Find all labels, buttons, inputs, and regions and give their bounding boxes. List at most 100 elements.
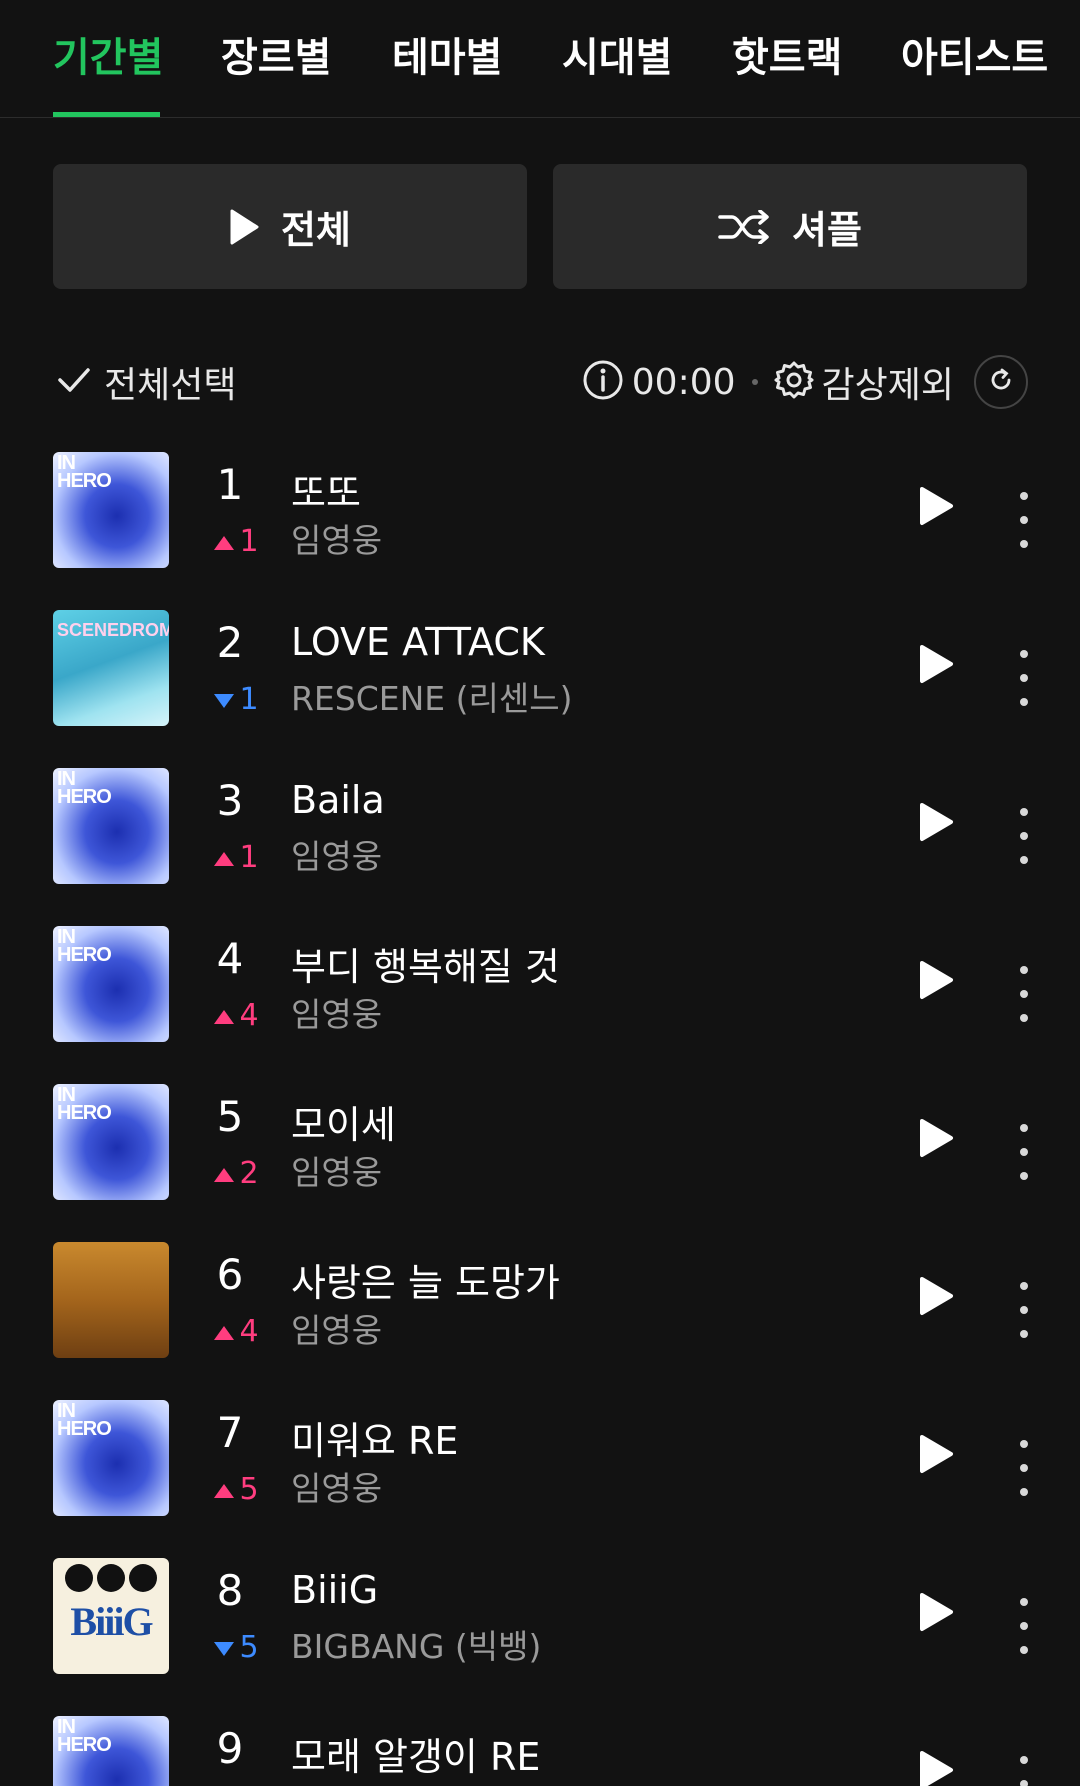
- more-options-button[interactable]: [1010, 808, 1038, 864]
- track-row[interactable]: IN HERO 4 4 부디 행복해질 것 임영웅: [0, 926, 1080, 1044]
- album-cover[interactable]: IN HERO: [53, 1716, 169, 1786]
- more-dot: [1020, 1756, 1028, 1764]
- play-icon: [918, 1277, 954, 1320]
- track-play-button[interactable]: [918, 802, 962, 846]
- tab-theme[interactable]: 테마별: [392, 30, 502, 86]
- more-options-button[interactable]: [1010, 1440, 1038, 1496]
- album-cover[interactable]: BiiiG: [53, 1558, 169, 1674]
- album-cover[interactable]: IN HERO: [53, 1400, 169, 1516]
- rank-change: 2: [206, 1156, 266, 1191]
- track-row[interactable]: IN HERO 5 2 모이세 임영웅: [0, 1084, 1080, 1202]
- play-icon: [918, 1593, 954, 1636]
- more-options-button[interactable]: [1010, 650, 1038, 706]
- more-dot: [1020, 1306, 1028, 1314]
- more-dot: [1020, 1330, 1028, 1338]
- album-cover[interactable]: IN HERO: [53, 768, 169, 884]
- shuffle-button[interactable]: 셔플: [553, 164, 1027, 289]
- more-dot: [1020, 1440, 1028, 1448]
- track-title[interactable]: 모이세: [291, 1094, 396, 1149]
- gear-icon[interactable]: [774, 360, 814, 404]
- track-artist[interactable]: 임영웅: [291, 1462, 382, 1510]
- tab-artist[interactable]: 아티스트: [901, 30, 1048, 86]
- track-artist[interactable]: 임영웅: [291, 514, 382, 562]
- track-play-button[interactable]: [918, 1276, 962, 1320]
- more-dot: [1020, 1148, 1028, 1156]
- rank-number: 9: [216, 1724, 244, 1773]
- track-play-button[interactable]: [918, 1434, 962, 1478]
- track-artist[interactable]: 임영웅: [291, 988, 382, 1036]
- toolbar-right: 00:00 감상제외: [582, 354, 1028, 410]
- more-dot: [1020, 674, 1028, 682]
- more-options-button[interactable]: [1010, 1756, 1038, 1786]
- play-all-button[interactable]: 전체: [53, 164, 527, 289]
- more-dot: [1020, 650, 1028, 658]
- info-icon[interactable]: [582, 359, 624, 405]
- refresh-button[interactable]: [974, 355, 1028, 409]
- track-title[interactable]: Baila: [291, 778, 385, 822]
- track-artist[interactable]: BIGBANG (빅뱅): [291, 1620, 541, 1668]
- rank-up-arrow-icon: [213, 998, 235, 1033]
- track-artist[interactable]: 임영웅: [291, 830, 382, 878]
- track-row[interactable]: 6 4 사랑은 늘 도망가 임영웅: [0, 1242, 1080, 1360]
- track-row[interactable]: IN HERO 7 5 미워요 RE 임영웅: [0, 1400, 1080, 1518]
- more-options-button[interactable]: [1010, 1282, 1038, 1338]
- more-dot: [1020, 832, 1028, 840]
- rank-change: 1: [206, 524, 266, 559]
- album-cover[interactable]: IN HERO: [53, 1084, 169, 1200]
- category-tabs: 기간별 장르별 테마별 시대별 핫트랙 아티스트: [0, 0, 1080, 118]
- select-all-button[interactable]: 전체선택: [56, 354, 236, 410]
- play-icon: [229, 209, 259, 245]
- rank-number: 5: [216, 1092, 244, 1141]
- album-cover[interactable]: IN HERO: [53, 926, 169, 1042]
- track-row[interactable]: SCENEDROME 2 1 LOVE ATTACK RESCENE (리센느): [0, 610, 1080, 728]
- track-row[interactable]: IN HERO 1 1 또또 임영웅: [0, 452, 1080, 570]
- track-artist[interactable]: RESCENE (리센느): [291, 672, 572, 720]
- track-title[interactable]: 미워요 RE: [291, 1410, 458, 1465]
- track-title[interactable]: LOVE ATTACK: [291, 620, 545, 664]
- rank-change-value: 1: [239, 524, 259, 559]
- more-dot: [1020, 698, 1028, 706]
- track-row[interactable]: IN HERO 9 모래 알갱이 RE: [0, 1716, 1080, 1786]
- more-options-button[interactable]: [1010, 492, 1038, 548]
- shuffle-icon: [718, 209, 770, 244]
- track-title[interactable]: 또또: [291, 462, 361, 517]
- rank-change: 4: [206, 998, 266, 1033]
- exclude-listened-label[interactable]: 감상제외: [822, 356, 954, 408]
- more-dot: [1020, 1598, 1028, 1606]
- track-artist[interactable]: 임영웅: [291, 1146, 382, 1194]
- track-title[interactable]: 모래 알갱이 RE: [291, 1726, 540, 1781]
- tab-hottrack[interactable]: 핫트랙: [732, 30, 842, 86]
- track-play-button[interactable]: [918, 960, 962, 1004]
- rank-change-value: 5: [239, 1630, 259, 1665]
- track-title[interactable]: BiiiG: [291, 1568, 378, 1612]
- rank-number: 6: [216, 1250, 244, 1299]
- track-row[interactable]: IN HERO 3 1 Baila 임영웅: [0, 768, 1080, 886]
- more-dot: [1020, 1780, 1028, 1786]
- album-cover[interactable]: [53, 1242, 169, 1358]
- play-icon: [918, 487, 954, 530]
- track-play-button[interactable]: [918, 1750, 962, 1786]
- more-options-button[interactable]: [1010, 1124, 1038, 1180]
- more-dot: [1020, 1014, 1028, 1022]
- more-options-button[interactable]: [1010, 1598, 1038, 1654]
- rank-change: 1: [206, 840, 266, 875]
- track-play-button[interactable]: [918, 644, 962, 688]
- rank-number: 7: [216, 1408, 244, 1457]
- track-title[interactable]: 사랑은 늘 도망가: [291, 1252, 560, 1307]
- album-cover[interactable]: IN HERO: [53, 452, 169, 568]
- tab-genre[interactable]: 장르별: [221, 30, 331, 86]
- track-artist[interactable]: 임영웅: [291, 1304, 382, 1352]
- more-dot: [1020, 1646, 1028, 1654]
- rank-change-value: 1: [239, 682, 259, 717]
- more-options-button[interactable]: [1010, 966, 1038, 1022]
- album-cover[interactable]: SCENEDROME: [53, 610, 169, 726]
- rank-change-value: 1: [239, 840, 259, 875]
- track-play-button[interactable]: [918, 1592, 962, 1636]
- track-play-button[interactable]: [918, 1118, 962, 1162]
- track-title[interactable]: 부디 행복해질 것: [291, 936, 560, 991]
- more-dot: [1020, 990, 1028, 998]
- track-row[interactable]: BiiiG 8 5 BiiiG BIGBANG (빅뱅): [0, 1558, 1080, 1676]
- tab-era[interactable]: 시대별: [562, 30, 672, 86]
- tab-period[interactable]: 기간별: [53, 30, 163, 86]
- track-play-button[interactable]: [918, 486, 962, 530]
